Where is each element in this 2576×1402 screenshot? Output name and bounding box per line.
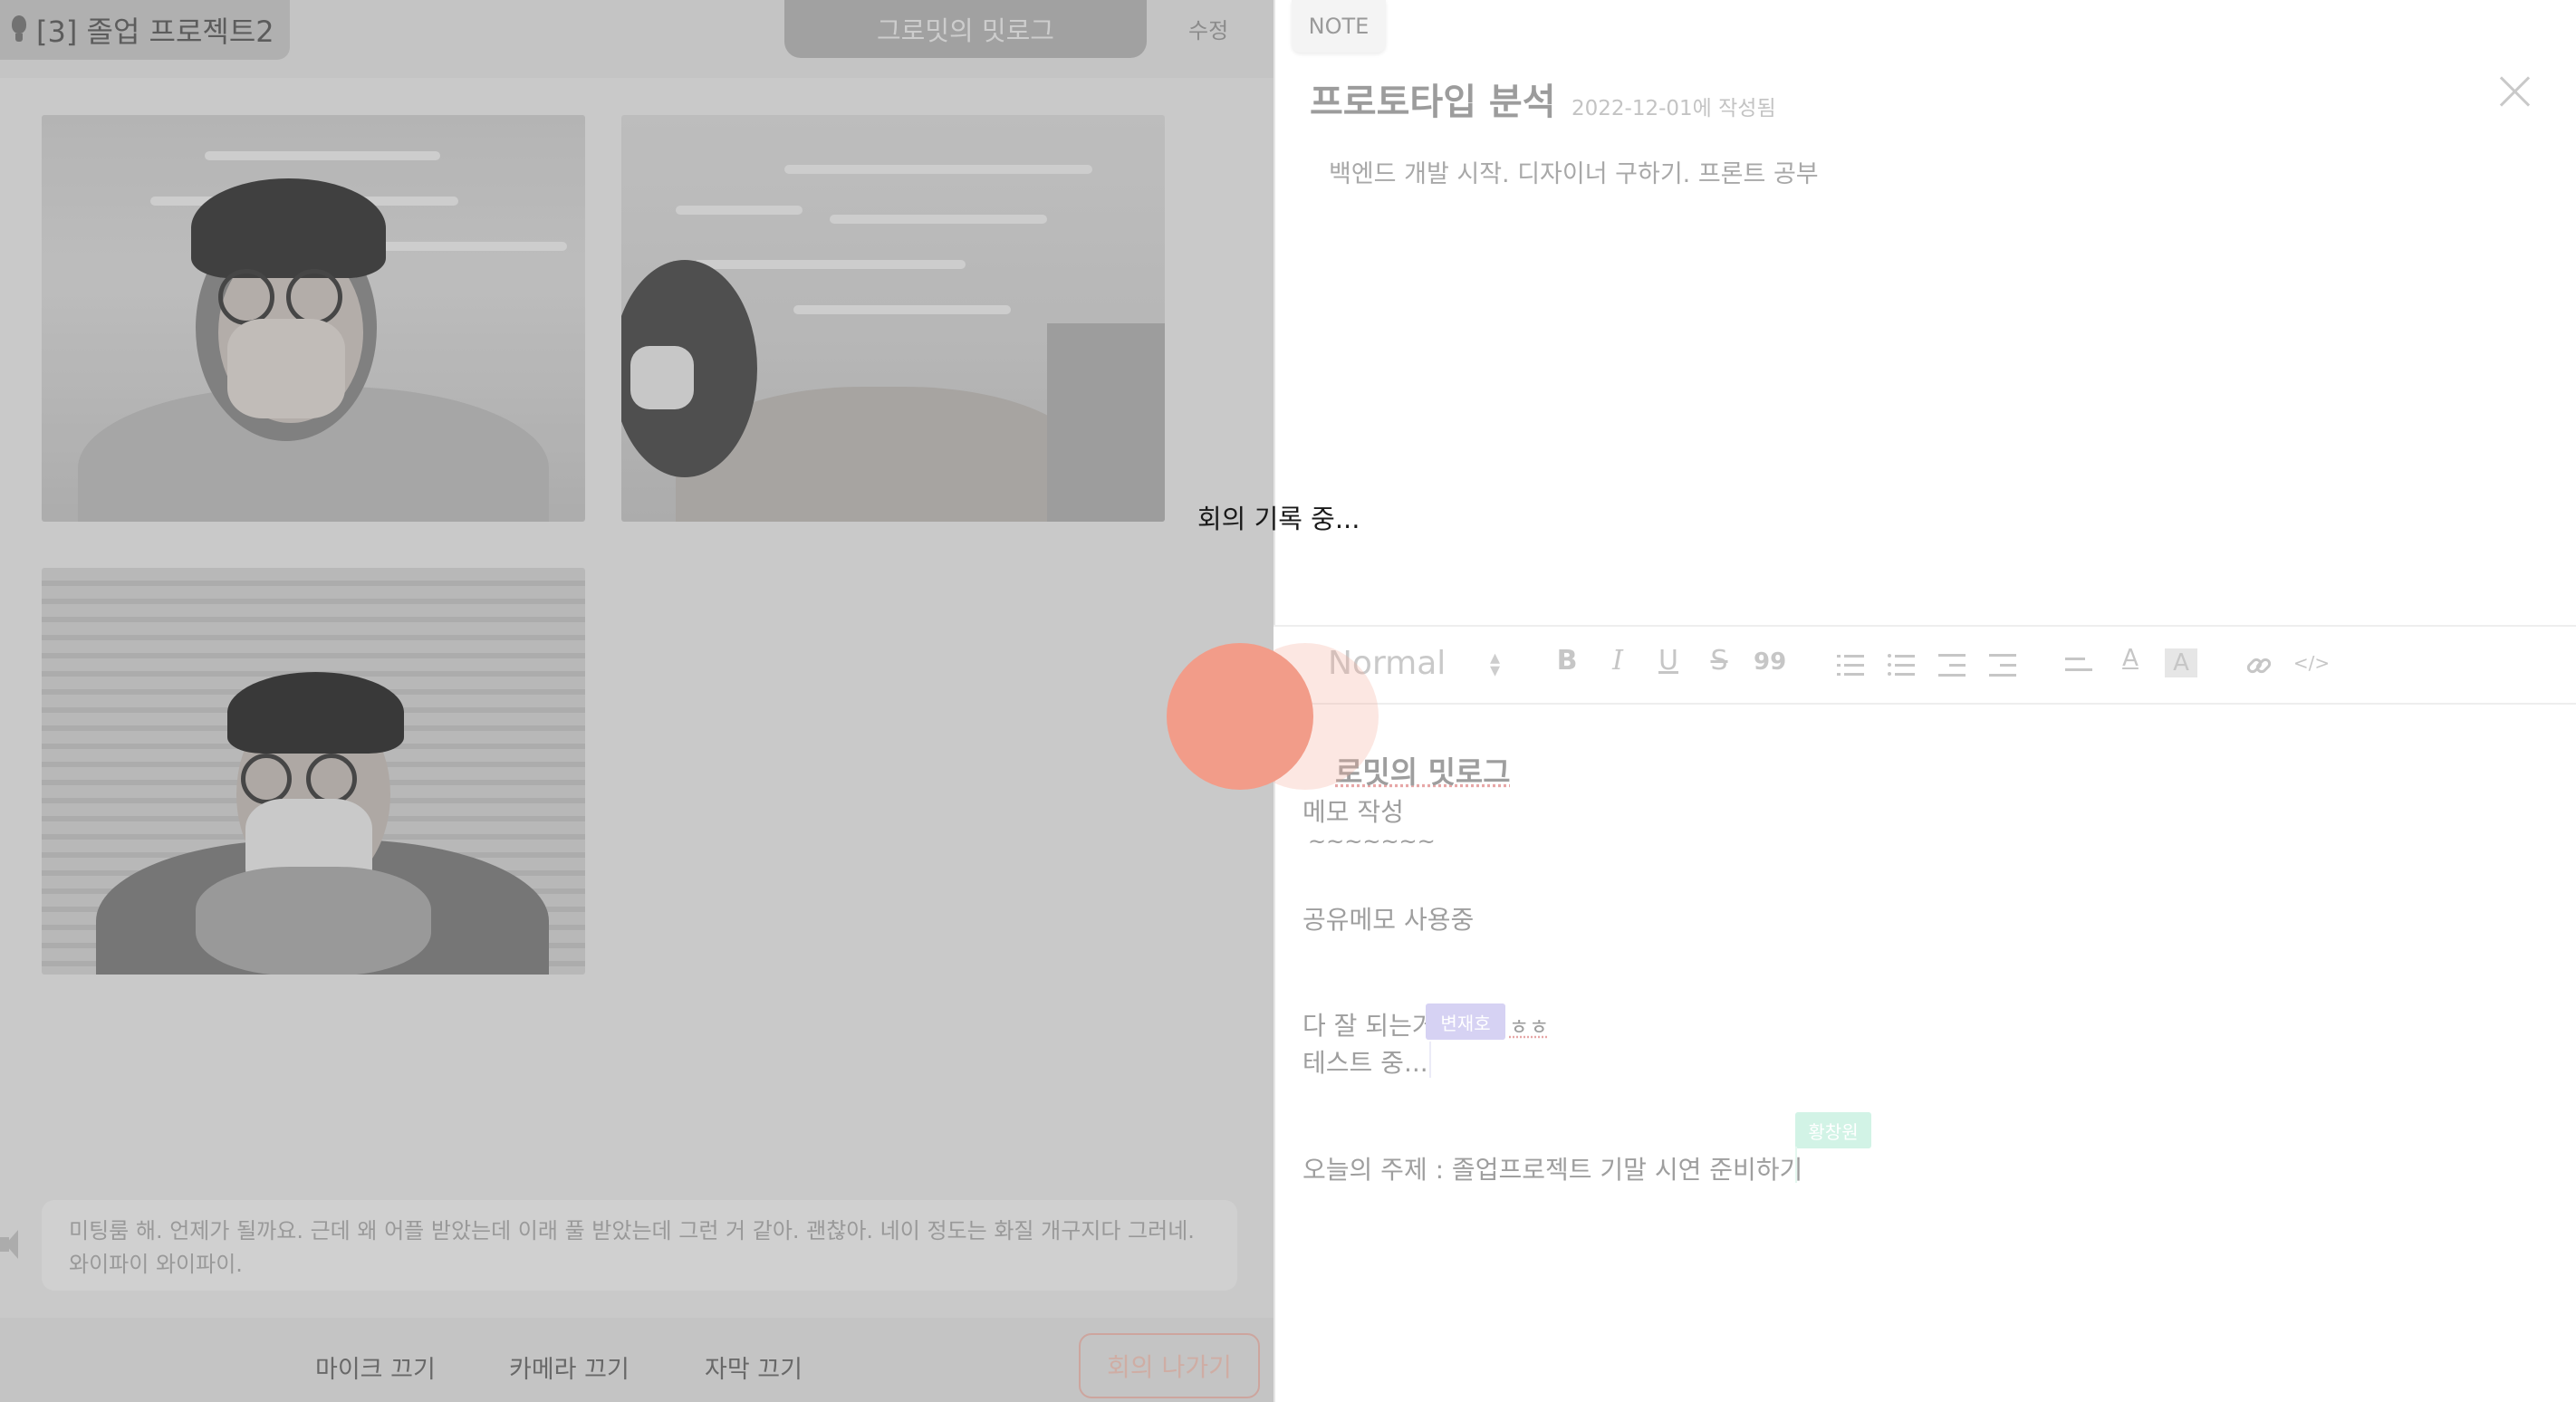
camera-off-button[interactable]: 카메라 끄기 — [509, 1349, 630, 1385]
video-tile — [42, 115, 585, 522]
quote-icon[interactable]: 99 — [1754, 648, 1786, 676]
bulb-icon — [11, 15, 27, 44]
meeting-area: [3] 졸업 프로젝트2 그로밋의 밋로그 수정 미팅룸 해. 언제가 될까요.… — [0, 0, 1274, 1402]
note-title: 프로토타입 분석 — [1310, 82, 1556, 123]
underline-icon[interactable]: U — [1652, 645, 1685, 677]
bold-icon[interactable]: B — [1551, 645, 1583, 677]
text-color-icon[interactable]: A — [2114, 645, 2147, 672]
collaborator-cursor — [1429, 1042, 1431, 1078]
code-icon[interactable]: </> — [2292, 652, 2331, 674]
mic-off-button[interactable]: 마이크 끄기 — [315, 1349, 436, 1385]
editor-line[interactable]: 메모 작성 — [1302, 792, 1404, 829]
align-icon[interactable] — [2065, 652, 2092, 679]
edit-button[interactable]: 수정 — [1188, 13, 1228, 44]
meeting-title-tab[interactable]: 그로밋의 밋로그 — [784, 0, 1147, 58]
close-icon[interactable] — [2498, 74, 2533, 109]
room-name: [3] 졸업 프로젝트2 — [36, 14, 274, 49]
select-arrows-icon: ▴ ▾ — [1490, 647, 1501, 682]
ordered-list-icon[interactable] — [1837, 652, 1864, 679]
note-summary: 백엔드 개발 시작. 디자이너 구하기. 프론트 공부 — [1329, 160, 1819, 188]
video-tile — [621, 115, 1165, 522]
collaborator-cursor — [1795, 1147, 1797, 1183]
highlight-icon[interactable]: A — [2165, 648, 2197, 677]
subtitle-off-button[interactable]: 자막 끄기 — [705, 1349, 803, 1385]
italic-icon[interactable]: I — [1601, 645, 1634, 677]
editor-line[interactable]: ~~~~~~~ — [1308, 829, 1436, 854]
note-date: 2022-12-01에 작성됨 — [1572, 97, 1776, 120]
editor-toolbar — [1274, 625, 2576, 705]
leave-meeting-button[interactable]: 회의 나가기 — [1079, 1333, 1260, 1398]
editor-line[interactable]: ㅎㅎ — [1509, 1009, 1549, 1041]
bullet-list-icon[interactable] — [1888, 652, 1915, 679]
room-name-pill[interactable]: [3] 졸업 프로젝트2 — [0, 0, 290, 60]
speaker-icon — [0, 1226, 20, 1263]
outdent-icon[interactable] — [1938, 652, 1966, 679]
indent-icon[interactable] — [1989, 652, 2016, 679]
note-tag: NOTE — [1292, 0, 1386, 53]
strike-icon[interactable]: S — [1703, 645, 1735, 677]
editor-line[interactable]: 다 잘 되는거 — [1302, 1006, 1436, 1042]
editor-line[interactable]: 오늘의 주제 : 졸업프로젝트 기말 시연 준비하기 — [1302, 1150, 1802, 1186]
editor-line[interactable]: 테스트 중... — [1302, 1043, 1428, 1080]
collaborator-cursor-tag: 황창원 — [1795, 1112, 1871, 1148]
record-button[interactable] — [1167, 643, 1313, 790]
link-icon[interactable] — [2244, 652, 2273, 679]
editor-line[interactable]: 공유메모 사용중 — [1302, 900, 1474, 936]
collaborator-cursor-tag: 변재호 — [1426, 1003, 1505, 1040]
video-tile — [42, 568, 585, 975]
live-caption: 미팅룸 해. 언제가 될까요. 근데 왜 어플 받았는데 이래 풀 받았는데 그… — [42, 1200, 1237, 1291]
recording-status: 회의 기록 중... — [1197, 504, 1360, 534]
